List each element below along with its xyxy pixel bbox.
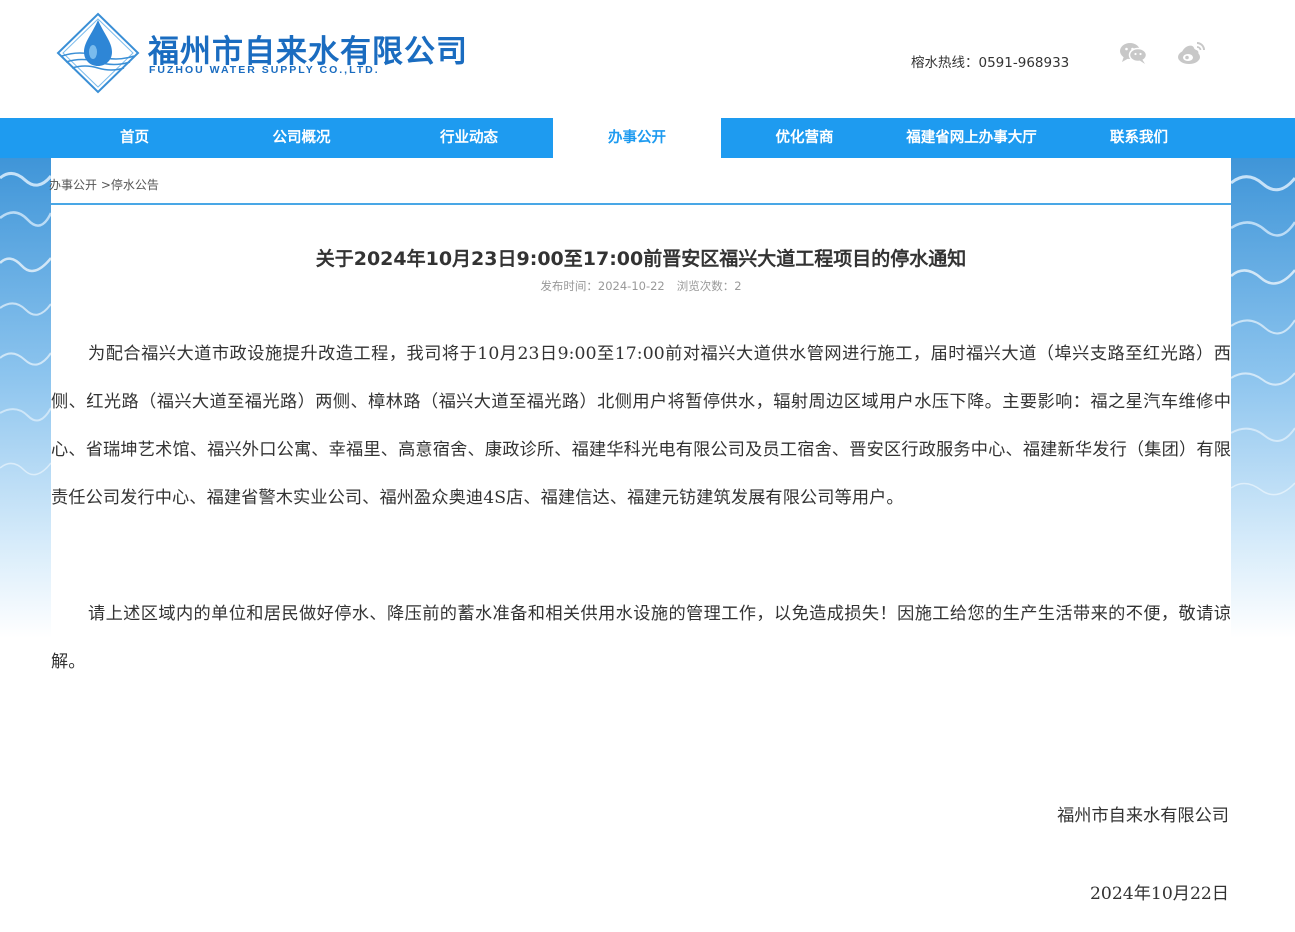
company-logo[interactable] [56, 12, 140, 94]
article-meta: 发布时间：2024-10-22 浏览次数：2 [51, 278, 1231, 294]
wechat-icon[interactable] [1118, 40, 1148, 66]
signature-date: 2024年10月22日 [1089, 884, 1229, 904]
site-header: 福州市自来水有限公司 FUZHOU WATER SUPPLY CO.,LTD. … [0, 0, 1295, 118]
water-background-right [1231, 158, 1295, 638]
nav-item-industry-news[interactable]: 行业动态 [385, 118, 553, 158]
nav-item-business-environment[interactable]: 优化营商 [721, 118, 888, 158]
view-count: 浏览次数：2 [676, 279, 742, 293]
article-paragraph: 请上述区域内的单位和居民做好停水、降压前的蓄水准备和相关供用水设施的管理工作，以… [51, 604, 1231, 672]
water-background-left [0, 158, 51, 638]
article-panel: 办事公开 >停水公告 关于2024年10月23日9:00至17:00前晋安区福兴… [49, 158, 1231, 932]
company-name-en: FUZHOU WATER SUPPLY CO.,LTD. [149, 64, 380, 76]
signature-organization: 福州市自来水有限公司 [1057, 806, 1229, 826]
hotline-text: 榕水热线：0591-968933 [911, 55, 1070, 71]
nav-item-public-affairs[interactable]: 办事公开 [553, 118, 721, 158]
nav-item-about[interactable]: 公司概况 [218, 118, 385, 158]
article-paragraph: 为配合福兴大道市政设施提升改造工程，我司将于10月23日9:00至17:00前对… [51, 344, 1231, 508]
publish-time: 发布时间：2024-10-22 [540, 279, 665, 293]
weibo-icon[interactable] [1176, 40, 1206, 66]
nav-item-contact[interactable]: 联系我们 [1055, 118, 1223, 158]
nav-item-home[interactable]: 首页 [51, 118, 218, 158]
breadcrumb[interactable]: 办事公开 >停水公告 [49, 176, 159, 193]
article-title: 关于2024年10月23日9:00至17:00前晋安区福兴大道工程项目的停水通知 [315, 248, 967, 270]
divider [51, 203, 1231, 205]
main-nav: 首页 公司概况 行业动态 办事公开 优化营商 福建省网上办事大厅 联系我们 [0, 118, 1295, 158]
nav-item-online-service-hall[interactable]: 福建省网上办事大厅 [888, 118, 1055, 158]
